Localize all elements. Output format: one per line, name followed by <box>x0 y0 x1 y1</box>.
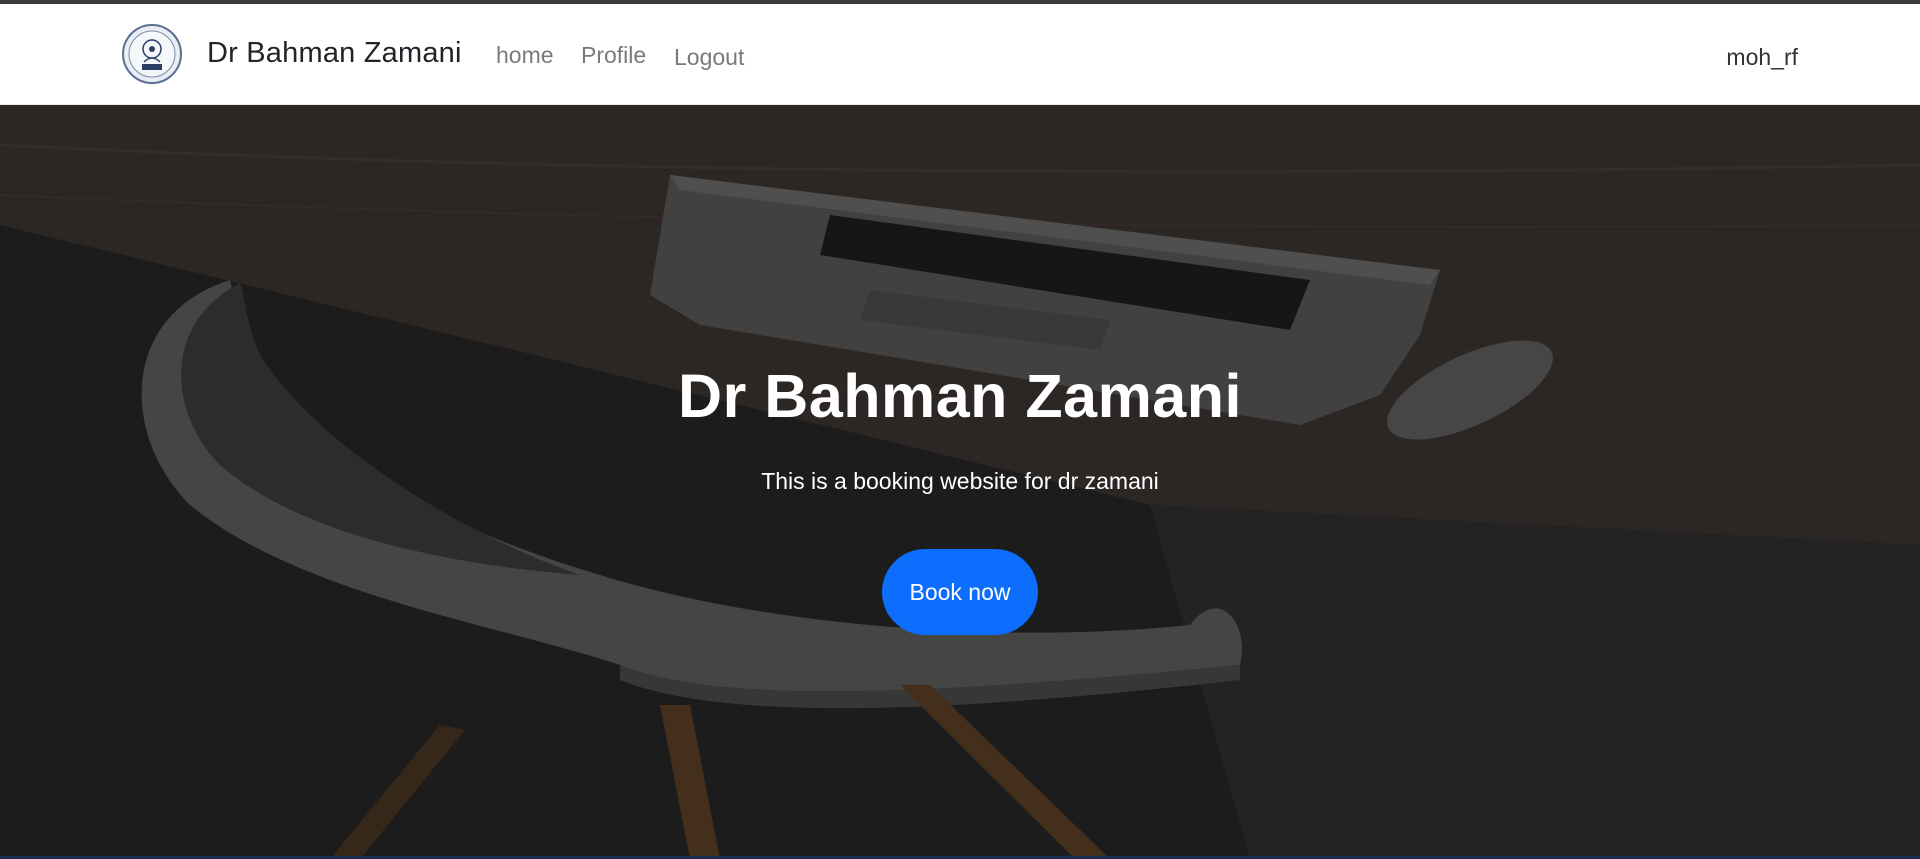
navbar: Dr Bahman Zamani home Profile Logout moh… <box>0 4 1920 105</box>
nav-link-home[interactable]: home <box>496 42 554 69</box>
book-now-button[interactable]: Book now <box>882 549 1038 635</box>
university-emblem-icon[interactable] <box>122 24 182 84</box>
navbar-brand[interactable]: Dr Bahman Zamani <box>207 37 462 70</box>
hero-section: Dr Bahman Zamani This is a booking websi… <box>0 105 1920 859</box>
nav-link-profile[interactable]: Profile <box>581 42 646 69</box>
nav-link-logout[interactable]: Logout <box>674 44 744 71</box>
username-label: moh_rf <box>1726 44 1798 70</box>
hero-title: Dr Bahman Zamani <box>678 361 1242 430</box>
hero-subtitle: This is a booking website for dr zamani <box>761 468 1159 494</box>
